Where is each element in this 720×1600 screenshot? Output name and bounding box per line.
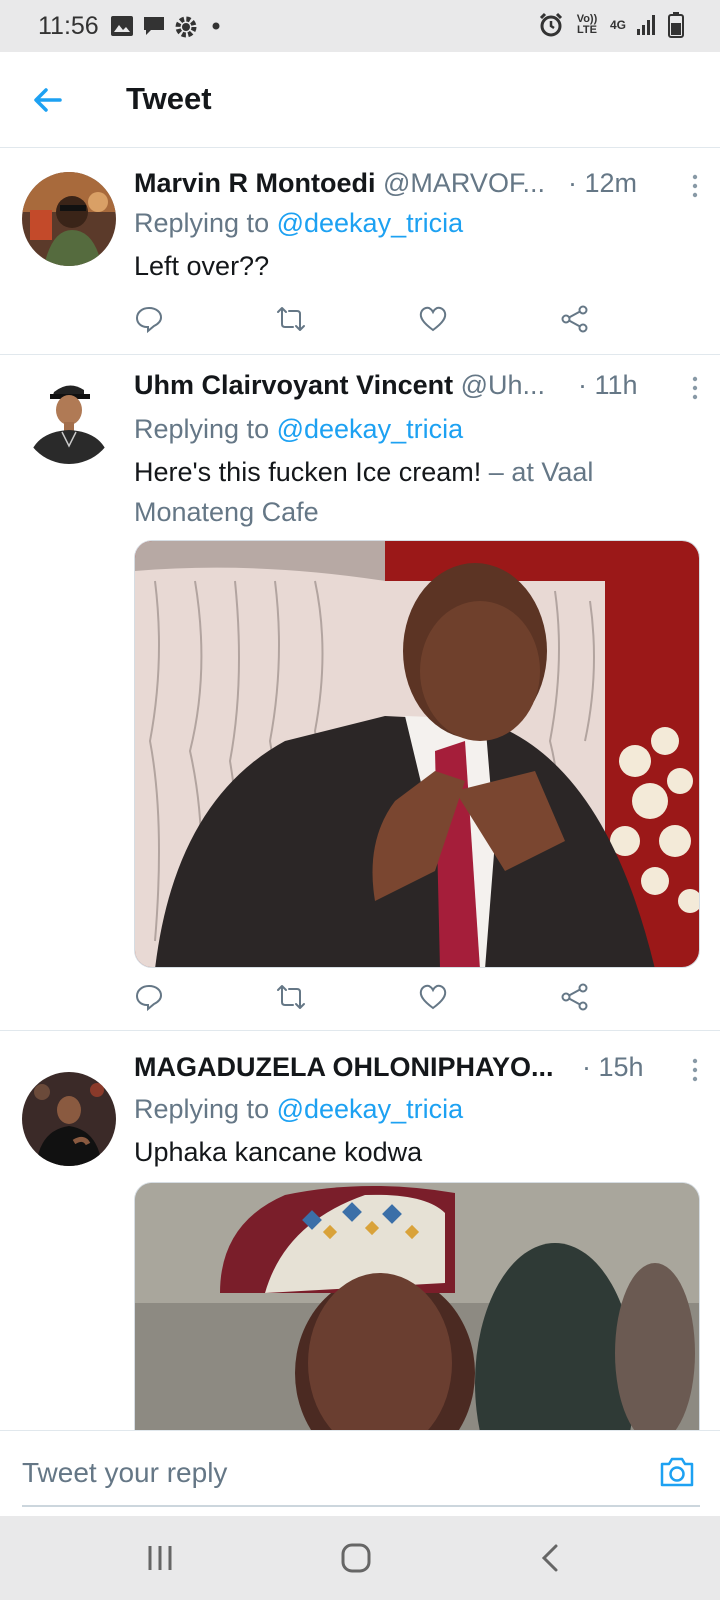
retweet-icon[interactable] — [276, 304, 306, 334]
tweet-text: Left over?? — [134, 246, 690, 286]
camera-icon[interactable] — [658, 1453, 696, 1491]
status-time: 11:56 — [38, 12, 99, 40]
avatar[interactable] — [22, 1072, 116, 1166]
replying-prefix: Replying to — [134, 208, 277, 238]
page-title: Tweet — [126, 81, 212, 116]
dot-icon — [212, 22, 220, 30]
status-right-icons: Vo)) LTE 4G — [538, 12, 684, 38]
signal-icon — [637, 15, 655, 35]
tweet-header: Uhm Clairvoyant Vincent @Uh... · 11h — [134, 370, 702, 406]
app-header: Tweet — [0, 52, 720, 148]
author-handle[interactable]: @MARVOF... — [383, 168, 545, 198]
author-name[interactable]: Uhm Clairvoyant Vincent — [134, 370, 453, 400]
arrow-left-icon[interactable] — [30, 82, 66, 118]
avatar[interactable] — [22, 370, 116, 464]
divider — [0, 1030, 720, 1031]
reply-tweet[interactable]: Uhm Clairvoyant Vincent @Uh... · 11h Rep… — [0, 356, 720, 1030]
tweet-text: Uphaka kancane kodwa — [134, 1132, 690, 1172]
like-icon[interactable] — [418, 982, 448, 1012]
replying-prefix: Replying to — [134, 1094, 277, 1124]
tweet-header: MAGADUZELA OHLONIPHAYO... · 15h — [134, 1052, 702, 1088]
more-options-icon[interactable] — [692, 1058, 698, 1082]
reply-input-underline — [22, 1505, 700, 1507]
reply-tweet[interactable]: MAGADUZELA OHLONIPHAYO... · 15h Replying… — [0, 1032, 720, 1430]
battery-icon — [668, 12, 684, 38]
settings-icon — [175, 16, 197, 38]
tweet-body: Left over?? — [134, 251, 270, 281]
tweet-photo[interactable] — [134, 540, 700, 968]
author-name[interactable]: MAGADUZELA OHLONIPHAYO... — [134, 1052, 554, 1082]
tweet-header: Marvin R Montoedi @MARVOF... · 12m — [134, 168, 702, 204]
tweet-text: Here's this fucken Ice cream! – at Vaal … — [134, 452, 690, 532]
reply-composer[interactable]: Tweet your reply — [0, 1430, 720, 1516]
back-icon[interactable] — [534, 1540, 570, 1576]
recents-icon[interactable] — [142, 1540, 178, 1576]
divider — [0, 354, 720, 355]
more-options-icon[interactable] — [692, 376, 698, 400]
home-icon[interactable] — [338, 1540, 374, 1576]
author-name[interactable]: Marvin R Montoedi — [134, 168, 376, 198]
tweet-time: · 12m — [568, 168, 638, 198]
replying-to-handle[interactable]: @deekay_tricia — [277, 208, 464, 238]
reply-icon[interactable] — [134, 982, 164, 1012]
system-nav-bar — [0, 1516, 720, 1600]
photo-woman-with-hat — [135, 1183, 699, 1430]
tweet-actions — [134, 304, 614, 338]
status-bar: 11:56 Vo)) LTE 4G — [0, 0, 720, 52]
avatar-image — [22, 370, 116, 464]
share-icon[interactable] — [560, 304, 590, 334]
replying-prefix: Replying to — [134, 414, 277, 444]
photo-man-in-chair — [135, 541, 699, 967]
like-icon[interactable] — [418, 304, 448, 334]
reply-icon[interactable] — [134, 304, 164, 334]
avatar-image — [22, 1072, 116, 1166]
message-icon — [144, 17, 164, 35]
replying-to-handle[interactable]: @deekay_tricia — [277, 1094, 464, 1124]
tweet-time: · 15h — [582, 1052, 644, 1082]
4g-icon: 4G — [609, 18, 626, 32]
tweet-photo[interactable] — [134, 1182, 700, 1430]
replying-to: Replying to @deekay_tricia — [134, 1094, 463, 1125]
volte-icon: Vo)) LTE — [576, 13, 598, 36]
reply-input[interactable]: Tweet your reply — [22, 1457, 227, 1489]
author-handle[interactable]: @Uh... — [461, 370, 545, 400]
replying-to: Replying to @deekay_tricia — [134, 208, 463, 239]
tweet-actions — [134, 982, 614, 1016]
avatar-image — [22, 172, 116, 266]
retweet-icon[interactable] — [276, 982, 306, 1012]
alarm-icon — [539, 12, 563, 37]
replying-to: Replying to @deekay_tricia — [134, 414, 463, 445]
more-options-icon[interactable] — [692, 174, 698, 198]
avatar[interactable] — [22, 172, 116, 266]
tweet-body: Uphaka kancane kodwa — [134, 1137, 423, 1167]
image-icon — [111, 16, 133, 36]
replying-to-handle[interactable]: @deekay_tricia — [277, 414, 464, 444]
reply-tweet[interactable]: Marvin R Montoedi @MARVOF... · 12m Reply… — [0, 150, 720, 354]
share-icon[interactable] — [560, 982, 590, 1012]
tweet-time: · 11h — [578, 370, 638, 400]
tweet-body: Here's this fucken Ice cream! — [134, 457, 489, 487]
